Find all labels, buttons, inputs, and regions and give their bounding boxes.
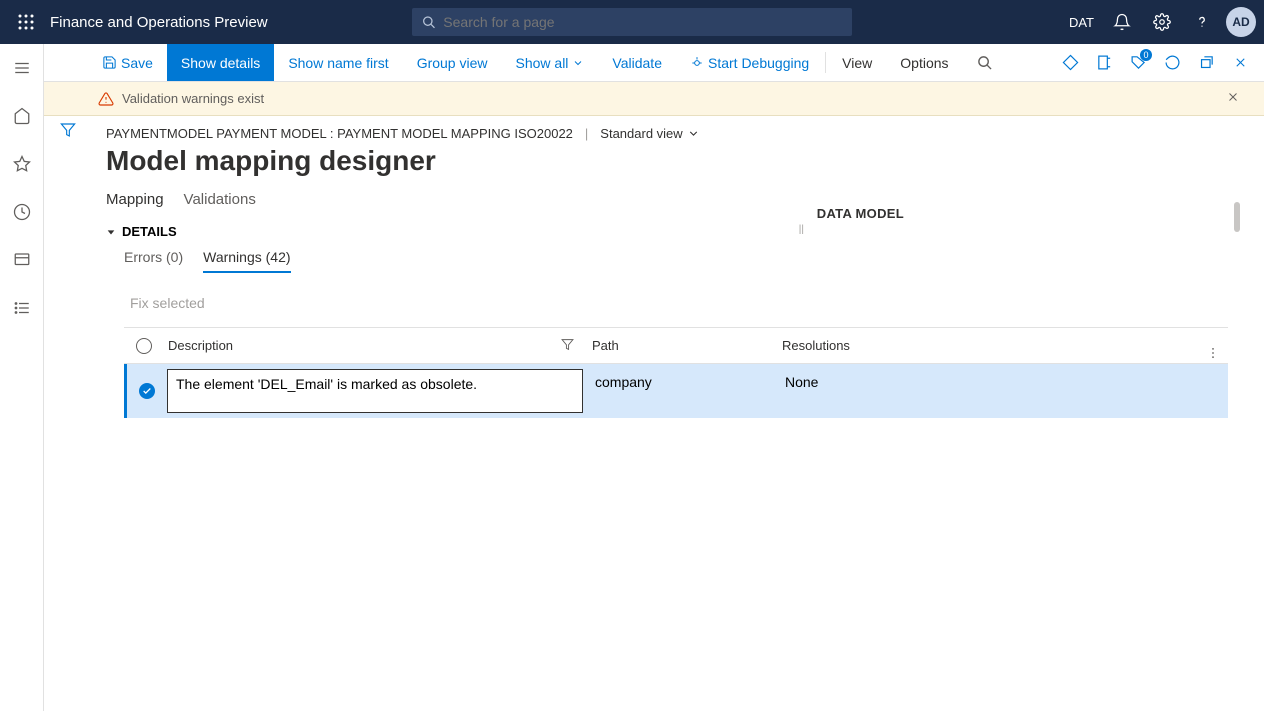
- subtab-warnings[interactable]: Warnings (42): [203, 249, 290, 273]
- chevron-down-icon: [572, 57, 584, 69]
- nav-hamburger-button[interactable]: [4, 50, 40, 86]
- settings-button[interactable]: [1146, 6, 1178, 38]
- left-nav-rail: [0, 44, 44, 711]
- page-title: Model mapping designer: [106, 145, 1264, 177]
- refresh-icon: [1164, 54, 1181, 71]
- options-button[interactable]: Options: [886, 44, 962, 81]
- data-model-heading: DATA MODEL: [817, 206, 904, 221]
- app-launcher-button[interactable]: [8, 4, 44, 40]
- nav-home-button[interactable]: [4, 98, 40, 134]
- cell-resolutions[interactable]: None: [777, 364, 1228, 418]
- fix-selected-button[interactable]: Fix selected: [130, 295, 1264, 311]
- help-button[interactable]: [1186, 6, 1218, 38]
- validate-button[interactable]: Validate: [598, 44, 676, 81]
- tab-validations[interactable]: Validations: [184, 191, 256, 210]
- details-section-toggle[interactable]: DETAILS: [106, 224, 1264, 239]
- filter-pane-button[interactable]: [60, 122, 76, 143]
- badge: 0: [1140, 49, 1152, 61]
- warning-icon: [98, 91, 114, 107]
- action-search-button[interactable]: [963, 44, 1006, 81]
- office-button[interactable]: [1088, 47, 1120, 79]
- save-icon: [102, 55, 117, 70]
- save-label: Save: [121, 55, 153, 71]
- close-icon: [1226, 90, 1240, 104]
- more-vertical-icon: [1206, 346, 1220, 360]
- row-selected-icon: [139, 383, 155, 399]
- search-icon: [977, 55, 992, 70]
- office-icon: [1096, 54, 1113, 71]
- column-resolutions[interactable]: Resolutions: [774, 338, 1228, 353]
- search-input[interactable]: [443, 14, 842, 30]
- separator: |: [585, 126, 588, 141]
- top-header: Finance and Operations Preview DAT AD: [0, 0, 1264, 44]
- banner-close-button[interactable]: [1222, 86, 1252, 111]
- clock-icon: [13, 203, 31, 221]
- refresh-button[interactable]: [1156, 47, 1188, 79]
- show-name-first-button[interactable]: Show name first: [274, 44, 402, 81]
- popout-icon: [1198, 54, 1215, 71]
- nav-recent-button[interactable]: [4, 194, 40, 230]
- star-icon: [13, 155, 31, 173]
- subtab-errors[interactable]: Errors (0): [124, 249, 183, 273]
- attach-icon: [1062, 54, 1079, 71]
- attach-button[interactable]: [1054, 47, 1086, 79]
- nav-workspaces-button[interactable]: [4, 242, 40, 278]
- waffle-icon: [18, 14, 34, 30]
- save-button[interactable]: Save: [88, 44, 167, 81]
- section-tabs: Mapping Validations: [106, 191, 1264, 210]
- home-icon: [13, 107, 31, 125]
- list-icon: [13, 299, 31, 317]
- workspace-icon: [13, 251, 31, 269]
- start-debugging-button[interactable]: Start Debugging: [676, 44, 823, 81]
- grid-menu-button[interactable]: [1206, 346, 1220, 363]
- grid-header-row: Description Path Resolutions: [124, 328, 1228, 364]
- nav-favorites-button[interactable]: [4, 146, 40, 182]
- filter-icon: [60, 122, 76, 138]
- debug-icon: [690, 56, 704, 70]
- cell-path[interactable]: company: [587, 364, 777, 418]
- popout-button[interactable]: [1190, 47, 1222, 79]
- view-picker[interactable]: Standard view: [600, 126, 699, 141]
- chevron-down-icon: [687, 127, 700, 140]
- company-label[interactable]: DAT: [1069, 15, 1094, 30]
- breadcrumb-path: PAYMENTMODEL PAYMENT MODEL : PAYMENT MOD…: [106, 126, 573, 141]
- filter-icon: [561, 338, 574, 351]
- cell-description[interactable]: The element 'DEL_Email' is marked as obs…: [167, 369, 583, 413]
- user-avatar[interactable]: AD: [1226, 7, 1256, 37]
- caret-down-icon: [106, 227, 116, 237]
- scrollbar-thumb[interactable]: [1234, 202, 1240, 232]
- details-subtabs: Errors (0) Warnings (42): [124, 249, 1264, 273]
- validation-warning-banner: Validation warnings exist: [44, 82, 1264, 116]
- select-all-header[interactable]: [124, 338, 164, 354]
- search-icon: [422, 15, 435, 29]
- gear-icon: [1153, 13, 1171, 31]
- breadcrumb: PAYMENTMODEL PAYMENT MODEL : PAYMENT MOD…: [106, 126, 1264, 141]
- help-icon: [1193, 13, 1211, 31]
- search-box[interactable]: [412, 8, 852, 36]
- splitter-handle[interactable]: ||: [799, 224, 804, 235]
- column-path[interactable]: Path: [584, 338, 774, 353]
- notifications-button[interactable]: [1106, 6, 1138, 38]
- grid-row[interactable]: The element 'DEL_Email' is marked as obs…: [124, 364, 1228, 418]
- column-description[interactable]: Description: [164, 338, 584, 353]
- divider: [825, 52, 826, 73]
- row-selector[interactable]: [127, 364, 167, 418]
- tab-mapping[interactable]: Mapping: [106, 191, 164, 210]
- banner-text: Validation warnings exist: [122, 91, 264, 106]
- bell-icon: [1113, 13, 1131, 31]
- warnings-grid: Description Path Resolutions: [124, 327, 1228, 418]
- group-view-button[interactable]: Group view: [403, 44, 502, 81]
- radio-empty-icon: [136, 338, 152, 354]
- hamburger-icon: [13, 59, 31, 77]
- record-button[interactable]: 0: [1122, 47, 1154, 79]
- view-button[interactable]: View: [828, 44, 886, 81]
- column-filter-button[interactable]: [561, 338, 574, 354]
- show-all-button[interactable]: Show all: [502, 44, 599, 81]
- show-details-button[interactable]: Show details: [167, 44, 274, 81]
- close-page-button[interactable]: [1224, 47, 1256, 79]
- app-title: Finance and Operations Preview: [50, 14, 268, 31]
- nav-modules-button[interactable]: [4, 290, 40, 326]
- action-bar: Save Show details Show name first Group …: [44, 44, 1264, 82]
- close-icon: [1233, 55, 1248, 70]
